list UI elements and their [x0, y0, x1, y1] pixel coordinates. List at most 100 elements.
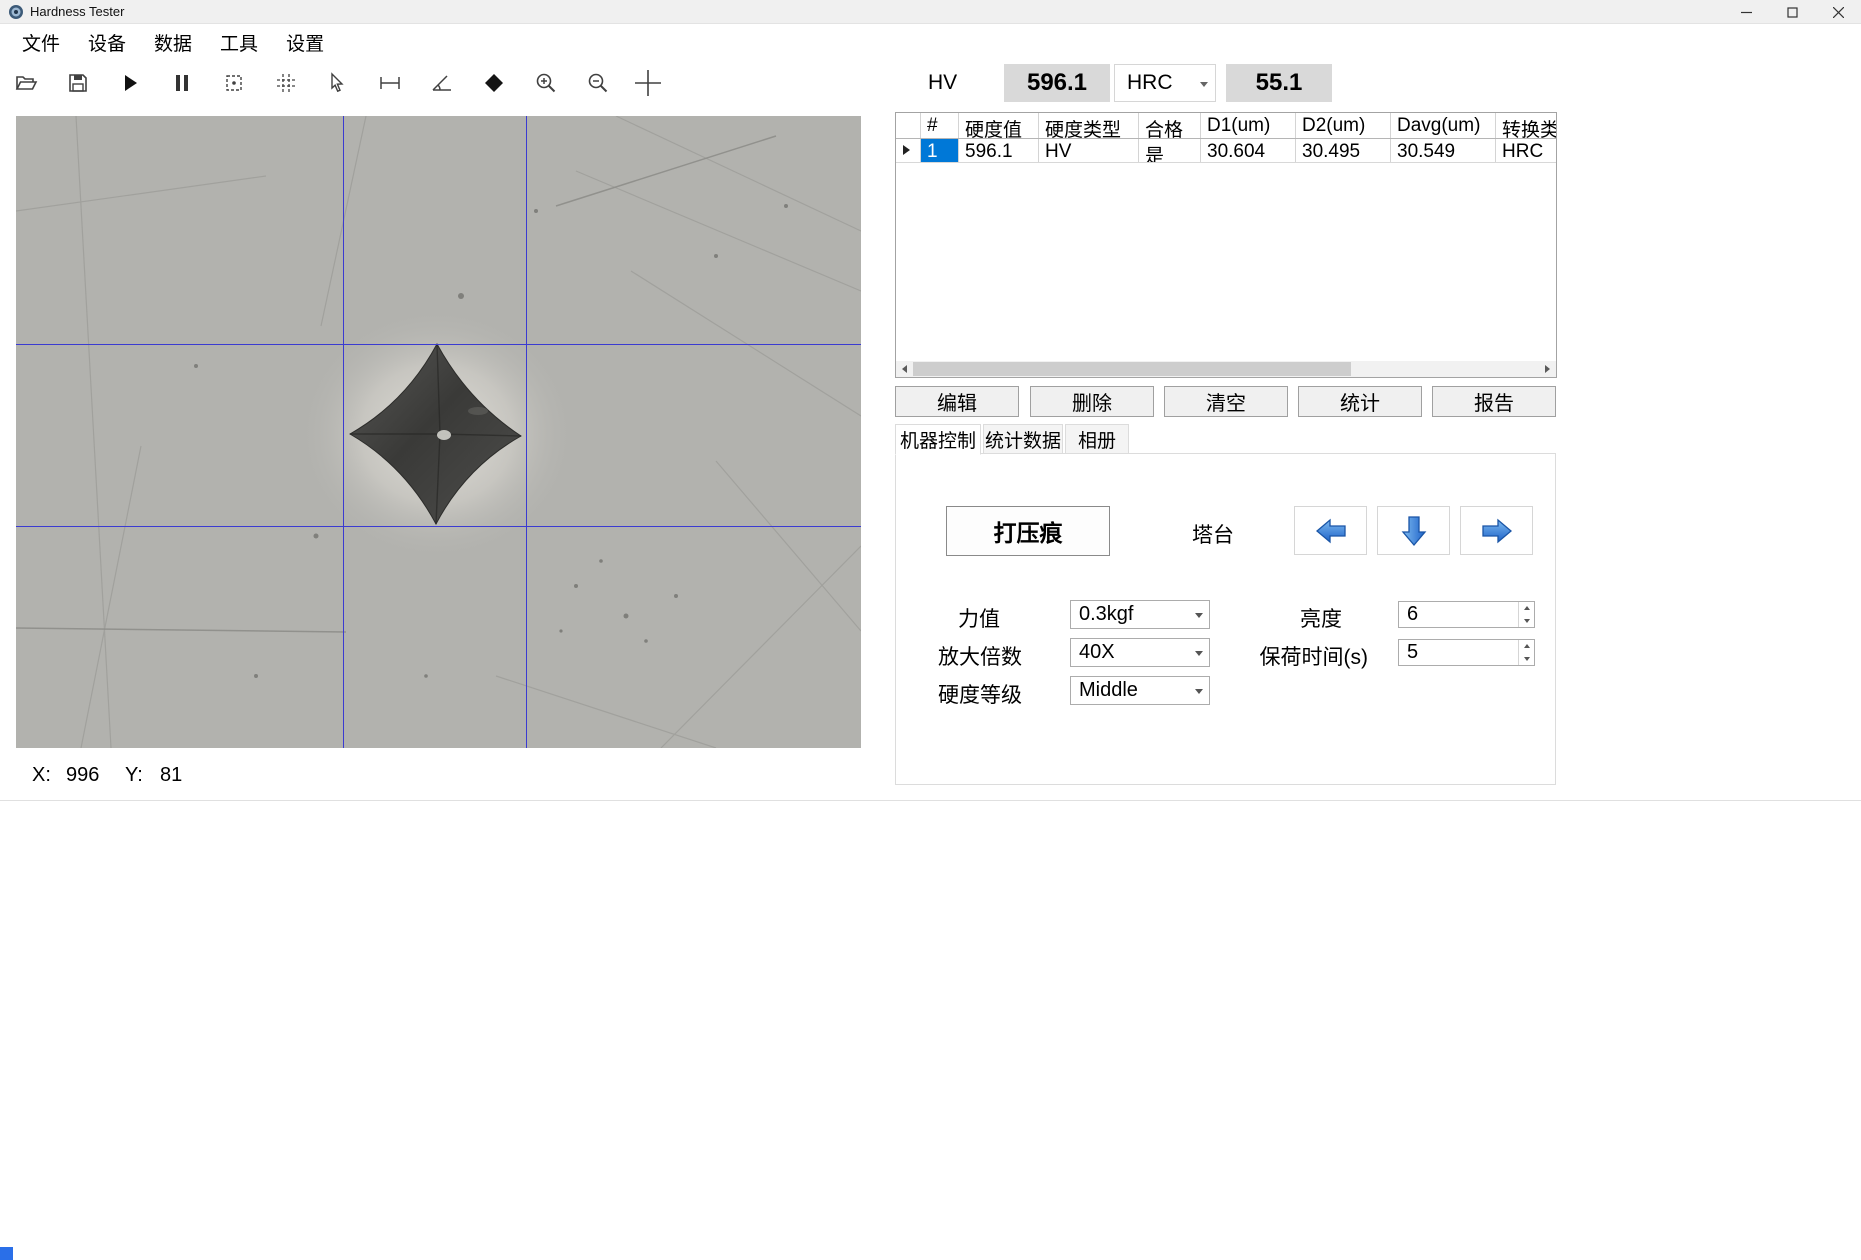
y-coordinate-value: 81 — [160, 764, 182, 787]
tab-machine-control[interactable]: 机器控制 — [895, 424, 981, 455]
save-button[interactable] — [58, 63, 98, 103]
menu-device[interactable]: 设备 — [74, 23, 140, 62]
save-icon — [66, 71, 90, 95]
hv-label: HV — [928, 71, 957, 95]
grid-header-d2[interactable]: D2(um) — [1296, 113, 1391, 138]
force-value: 0.3kgf — [1079, 603, 1133, 626]
menu-data[interactable]: 数据 — [140, 23, 206, 62]
grid-header-type[interactable]: 硬度类型 — [1039, 113, 1139, 138]
grid-pattern-button[interactable] — [266, 63, 306, 103]
grid-horizontal-scrollbar[interactable] — [896, 361, 1556, 377]
turret-left-button[interactable] — [1294, 506, 1367, 555]
minimize-button[interactable] — [1723, 0, 1769, 24]
step-up-button[interactable] — [1519, 640, 1534, 653]
grid-header-hardness[interactable]: 硬度值 — [959, 113, 1039, 138]
menu-tools[interactable]: 工具 — [206, 23, 272, 62]
grid-header-num[interactable]: # — [921, 113, 959, 138]
scrollbar-thumb[interactable] — [913, 362, 1351, 376]
corner-accent — [0, 1247, 13, 1260]
scroll-right-icon — [1545, 365, 1550, 373]
tab-album[interactable]: 相册 — [1065, 424, 1129, 454]
stats-button[interactable]: 统计 — [1298, 386, 1422, 417]
title-bar: Hardness Tester — [0, 0, 1861, 24]
cell-hardness[interactable]: 596.1 — [959, 139, 1039, 162]
arrow-left-icon — [1313, 515, 1349, 547]
pause-button[interactable] — [162, 63, 202, 103]
open-file-icon — [14, 71, 38, 95]
conversion-value-box: 55.1 — [1226, 64, 1332, 102]
grid-header-pass[interactable]: 合格 — [1139, 113, 1201, 138]
cell-num[interactable]: 1 — [921, 139, 959, 162]
edit-button[interactable]: 编辑 — [895, 386, 1019, 417]
brightness-stepper[interactable]: 6 — [1398, 601, 1535, 628]
zoom-in-button[interactable] — [526, 63, 566, 103]
results-grid: # 硬度值 硬度类型 合格 D1(um) D2(um) Davg(um) 转换类… — [895, 112, 1557, 378]
minimize-icon — [1741, 7, 1752, 18]
scrollbar-track[interactable] — [913, 361, 1539, 377]
cursor-button[interactable] — [318, 63, 358, 103]
delete-button[interactable]: 删除 — [1030, 386, 1154, 417]
tab-statistics[interactable]: 统计数据 — [983, 424, 1063, 454]
scroll-left-button[interactable] — [896, 361, 913, 377]
grid-pattern-icon — [274, 71, 298, 95]
clear-button[interactable]: 清空 — [1164, 386, 1288, 417]
chevron-down-icon — [1524, 657, 1530, 661]
grid-header-d1[interactable]: D1(um) — [1201, 113, 1296, 138]
make-indent-button[interactable]: 打压痕 — [946, 506, 1110, 556]
zoom-out-button[interactable] — [578, 63, 618, 103]
step-down-button[interactable] — [1519, 615, 1534, 628]
step-up-button[interactable] — [1519, 602, 1534, 615]
hold-time-label: 保荷时间(s) — [1250, 641, 1368, 671]
cursor-icon — [326, 71, 350, 95]
measure-length-button[interactable] — [370, 63, 410, 103]
row-selector-cell[interactable] — [896, 139, 921, 162]
close-icon — [1833, 7, 1844, 18]
hardness-level-label: 硬度等级 — [938, 679, 1022, 709]
chevron-down-icon — [1524, 619, 1530, 623]
crosshair-vline-right — [526, 116, 527, 748]
grid-header-selector — [896, 113, 921, 138]
microscope-image[interactable] — [16, 116, 861, 748]
grid-header-conv[interactable]: 转换类 — [1496, 113, 1556, 138]
cell-d1[interactable]: 30.604 — [1201, 139, 1296, 162]
crosshair-vline-left — [343, 116, 344, 748]
scroll-left-icon — [902, 365, 907, 373]
turret-label: 塔台 — [1192, 519, 1234, 549]
brightness-value: 6 — [1407, 603, 1418, 626]
run-button[interactable] — [110, 63, 150, 103]
report-button[interactable]: 报告 — [1432, 386, 1556, 417]
grid-header-row: # 硬度值 硬度类型 合格 D1(um) D2(um) Davg(um) 转换类 — [896, 113, 1556, 139]
x-coordinate-label: X: — [32, 764, 51, 787]
arrow-down-icon — [1398, 514, 1430, 548]
hv-value-box: 596.1 — [1004, 64, 1110, 102]
force-label: 力值 — [940, 603, 1000, 633]
crosshair-button[interactable] — [628, 63, 668, 103]
turret-down-button[interactable] — [1377, 506, 1450, 555]
close-button[interactable] — [1815, 0, 1861, 24]
arrow-right-icon — [1479, 515, 1515, 547]
open-file-button[interactable] — [6, 63, 46, 103]
turret-right-button[interactable] — [1460, 506, 1533, 555]
step-down-button[interactable] — [1519, 653, 1534, 666]
cell-pass[interactable]: 是 — [1139, 139, 1201, 162]
force-select[interactable]: 0.3kgf — [1070, 600, 1210, 629]
cell-d2[interactable]: 30.495 — [1296, 139, 1391, 162]
hardness-level-select[interactable]: Middle — [1070, 676, 1210, 705]
hold-time-stepper[interactable]: 5 — [1398, 639, 1535, 666]
maximize-button[interactable] — [1769, 0, 1815, 24]
measure-angle-button[interactable] — [422, 63, 462, 103]
indent-marker-button[interactable] — [214, 63, 254, 103]
conversion-type-select[interactable]: HRC — [1114, 64, 1216, 102]
table-row[interactable]: 1 596.1 HV 是 30.604 30.495 30.549 HRC — [896, 139, 1556, 163]
cell-type[interactable]: HV — [1039, 139, 1139, 162]
cell-davg[interactable]: 30.549 — [1391, 139, 1496, 162]
grid-header-davg[interactable]: Davg(um) — [1391, 113, 1496, 138]
cell-conv[interactable]: HRC — [1496, 139, 1556, 162]
scroll-right-button[interactable] — [1539, 361, 1556, 377]
stepper-buttons — [1518, 640, 1534, 665]
menu-settings[interactable]: 设置 — [272, 23, 338, 62]
menu-file[interactable]: 文件 — [8, 23, 74, 62]
eraser-button[interactable] — [474, 63, 514, 103]
hardness-level-value: Middle — [1079, 679, 1138, 702]
magnification-select[interactable]: 40X — [1070, 638, 1210, 667]
